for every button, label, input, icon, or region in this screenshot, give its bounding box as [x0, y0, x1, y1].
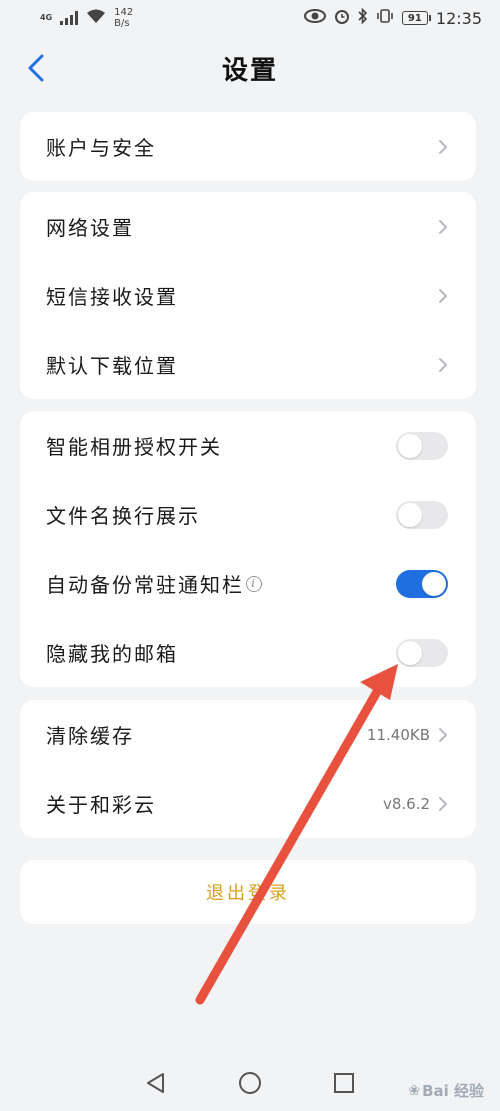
- row-label: 默认下载位置: [46, 354, 178, 378]
- chevron-right-icon: [438, 288, 448, 304]
- settings-group-toggles: 智能相册授权开关 文件名换行展示 自动备份常驻通知栏 i 隐藏我的邮箱: [20, 411, 476, 687]
- alarm-icon: [334, 8, 350, 28]
- network-indicator: 4G: [40, 14, 52, 22]
- page-title: 设置: [221, 55, 278, 86]
- row-label: 自动备份常驻通知栏 i: [46, 569, 262, 598]
- speed-value: 142: [114, 7, 134, 18]
- cache-size: 11.40KB: [366, 725, 430, 744]
- row-label: 文件名换行展示: [46, 504, 200, 528]
- row-label: 网络设置: [46, 216, 134, 240]
- watermark: ❀ Bai 经验: [408, 1080, 484, 1101]
- row-label: 短信接收设置: [46, 285, 178, 309]
- settings-row-smart-album: 智能相册授权开关: [20, 411, 476, 480]
- circle-home-icon: [238, 1072, 261, 1094]
- toggle-knob: [398, 640, 422, 665]
- signal-icon: [60, 11, 79, 25]
- logout-button[interactable]: 退出登录: [20, 860, 476, 924]
- status-right: 91 12:35: [303, 7, 482, 28]
- chevron-right-icon: [438, 727, 448, 743]
- square-recents-icon: [333, 1073, 354, 1093]
- status-left: 4G 142 B/s: [40, 7, 133, 29]
- nav-back-button[interactable]: [145, 1072, 167, 1094]
- settings-group-general: 网络设置 短信接收设置 默认下载位置: [20, 192, 476, 399]
- row-label: 关于和彩云: [46, 793, 156, 817]
- settings-row-about[interactable]: 关于和彩云 v8.6.2: [20, 769, 476, 838]
- row-label: 智能相册授权开关: [46, 435, 222, 459]
- row-label-text: 自动备份常驻通知栏: [46, 573, 244, 597]
- chevron-right-icon: [438, 139, 448, 155]
- battery-indicator: 91: [401, 11, 431, 25]
- settings-row-clear-cache[interactable]: 清除缓存 11.40KB: [20, 700, 476, 769]
- filename-wrap-toggle[interactable]: [396, 500, 448, 529]
- row-right: v8.6.2: [383, 795, 448, 813]
- toggle-knob: [422, 571, 446, 596]
- settings-row-filename-wrap: 文件名换行展示: [20, 480, 476, 549]
- row-label: 隐藏我的邮箱: [46, 642, 178, 666]
- vibrate-icon: [376, 9, 394, 27]
- settings-group-about: 清除缓存 11.40KB 关于和彩云 v8.6.2: [20, 700, 476, 838]
- settings-row-network[interactable]: 网络设置: [20, 192, 476, 261]
- triangle-back-icon: [147, 1073, 165, 1093]
- app-version: v8.6.2: [382, 794, 430, 813]
- status-time: 12:35: [435, 8, 482, 28]
- watermark-text: Bai 经验: [422, 1082, 484, 1100]
- wifi-icon: [86, 8, 106, 28]
- chevron-left-icon: [28, 54, 44, 82]
- row-label: 账户与安全: [46, 136, 156, 160]
- toggle-knob: [398, 502, 422, 527]
- back-button[interactable]: [18, 48, 54, 88]
- network-type: 4G: [40, 13, 53, 22]
- network-speed: 142 B/s: [114, 7, 133, 29]
- settings-row-backup-notification: 自动备份常驻通知栏 i: [20, 549, 476, 618]
- info-icon[interactable]: i: [246, 575, 262, 592]
- nav-recents-button[interactable]: [333, 1072, 355, 1094]
- chevron-right-icon: [438, 219, 448, 235]
- status-bar: 4G 142 B/s 91 12:35: [0, 0, 500, 36]
- speed-unit: B/s: [114, 18, 130, 29]
- chevron-right-icon: [438, 357, 448, 373]
- settings-group-account: 账户与安全: [20, 112, 476, 181]
- row-right: [438, 139, 448, 155]
- chevron-right-icon: [438, 796, 448, 812]
- eye-icon: [303, 9, 326, 27]
- paw-icon: ❀: [408, 1082, 421, 1099]
- smart-album-toggle[interactable]: [396, 431, 448, 460]
- logout-label: 退出登录: [206, 883, 290, 904]
- toggle-knob: [398, 433, 422, 458]
- row-label: 清除缓存: [46, 724, 134, 748]
- settings-row-account-security[interactable]: 账户与安全: [20, 112, 476, 181]
- backup-notification-toggle[interactable]: [396, 569, 448, 598]
- settings-row-sms[interactable]: 短信接收设置: [20, 261, 476, 330]
- settings-row-download-location[interactable]: 默认下载位置: [20, 330, 476, 399]
- nav-home-button[interactable]: [238, 1071, 262, 1095]
- row-right: 11.40KB: [367, 726, 448, 744]
- header: 设置: [0, 40, 500, 96]
- settings-row-hide-email: 隐藏我的邮箱: [20, 618, 476, 687]
- bluetooth-icon: [358, 7, 368, 28]
- hide-email-toggle[interactable]: [396, 638, 448, 667]
